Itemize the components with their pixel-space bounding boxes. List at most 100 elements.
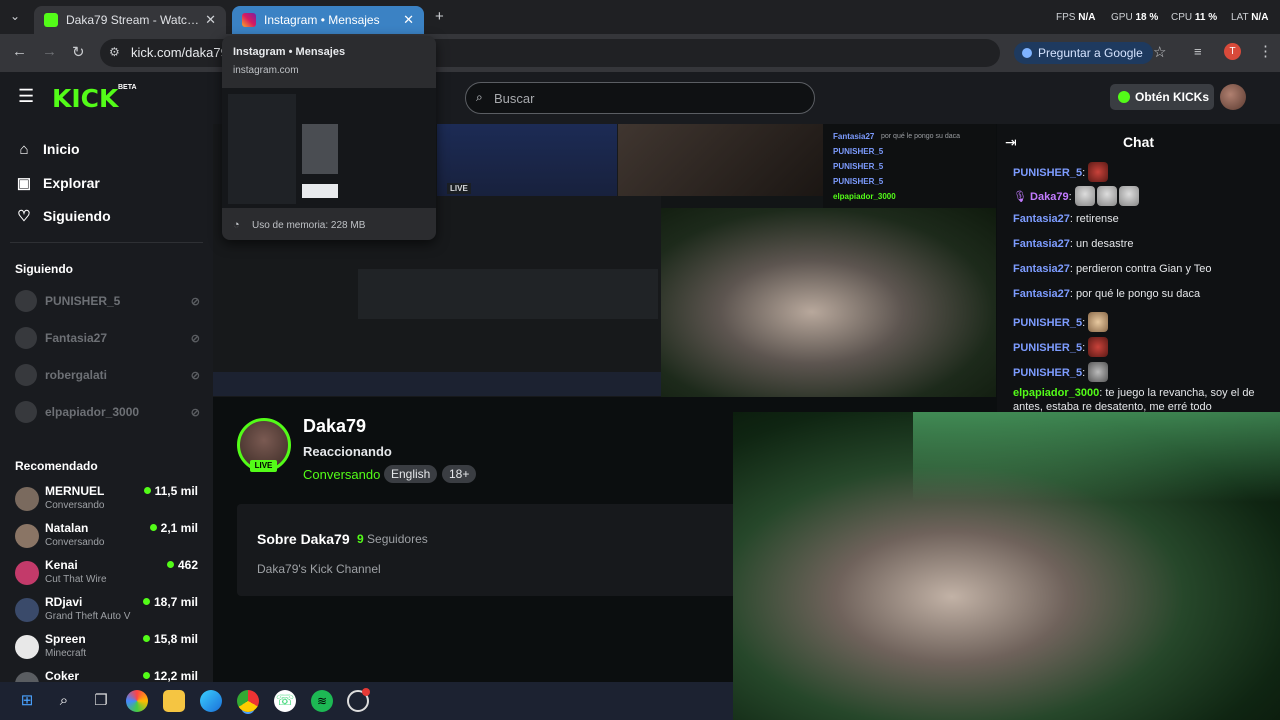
windows-taskbar: ⊞ ⌕ ❐ ☏ ≋ bbox=[0, 682, 733, 720]
nav-explorar[interactable]: ▣ Explorar bbox=[15, 172, 100, 194]
memory-icon: ◔ bbox=[233, 219, 240, 231]
cat-emote-icon bbox=[1074, 186, 1095, 206]
recommended-item[interactable]: Kenai Cut That Wire 462 bbox=[15, 556, 200, 590]
mini-chat-user: PUNISHER_5 bbox=[833, 162, 884, 171]
chat-username[interactable]: Fantasia27 bbox=[1013, 263, 1070, 275]
channel-name: Coker bbox=[45, 669, 80, 683]
close-tab-icon[interactable]: ✕ bbox=[205, 12, 216, 28]
chat-username[interactable]: Fantasia27 bbox=[1013, 288, 1070, 300]
chat-username[interactable]: Fantasia27 bbox=[1013, 238, 1070, 250]
following-item[interactable]: elpapiador_3000 ⊘ bbox=[15, 400, 200, 424]
recommended-item[interactable]: MERNUEL Conversando 11,5 mil bbox=[15, 482, 200, 516]
avatar bbox=[15, 290, 37, 312]
chat-message: Fantasia27: un desastre bbox=[1013, 238, 1134, 250]
task-view-icon[interactable]: ❐ bbox=[90, 690, 112, 712]
forward-icon[interactable]: → bbox=[42, 43, 57, 60]
live-badge: LIVE bbox=[250, 460, 277, 472]
emote-icon bbox=[1088, 362, 1109, 382]
mini-chat-user: elpapiador_3000 bbox=[833, 192, 896, 201]
chat-header: ⇥ Chat bbox=[997, 124, 1280, 160]
search-icon[interactable]: ⌕ bbox=[53, 690, 75, 712]
mini-live-badge: LIVE bbox=[447, 183, 471, 194]
channel-name: Natalan bbox=[45, 521, 89, 535]
following-item[interactable]: PUNISHER_5 ⊘ bbox=[15, 289, 200, 313]
hamburger-menu-icon[interactable]: ☰ bbox=[18, 86, 34, 107]
menu-icon[interactable]: ⋮ bbox=[1258, 42, 1273, 60]
recommended-item[interactable]: RDjavi Grand Theft Auto V 18,7 mil bbox=[15, 593, 200, 627]
ask-google-button[interactable]: Preguntar a Google bbox=[1014, 42, 1153, 64]
search-input[interactable]: Buscar bbox=[494, 91, 534, 106]
stream-camera-thumbnail bbox=[618, 124, 823, 196]
site-info-icon[interactable]: ⚙ bbox=[109, 45, 120, 59]
search-bar[interactable]: ⌕ Buscar bbox=[465, 82, 815, 114]
following-item[interactable]: robergalati ⊘ bbox=[15, 363, 200, 387]
chat-text: retirense bbox=[1076, 213, 1119, 225]
recording-indicator-icon bbox=[362, 688, 370, 696]
media-controls-icon[interactable]: ≡ bbox=[1194, 44, 1202, 59]
chrome-icon[interactable] bbox=[237, 690, 259, 712]
following-item[interactable]: Fantasia27 ⊘ bbox=[15, 326, 200, 350]
profile-avatar[interactable]: T bbox=[1224, 43, 1241, 60]
offline-icon: ⊘ bbox=[190, 369, 200, 382]
kick-favicon-icon bbox=[44, 13, 58, 27]
offline-icon: ⊘ bbox=[190, 332, 200, 345]
chat-message: Fantasia27: perdieron contra Gian y Teo bbox=[1013, 263, 1212, 275]
beta-badge: BETA bbox=[118, 84, 137, 91]
bookmark-star-icon[interactable]: ☆ bbox=[1153, 43, 1166, 61]
chat-text: perdieron contra Gian y Teo bbox=[1076, 263, 1212, 275]
windows-start-icon[interactable]: ⊞ bbox=[16, 690, 38, 712]
nav-siguiendo[interactable]: ♡ Siguiendo bbox=[15, 205, 110, 227]
chat-username[interactable]: PUNISHER_5 bbox=[1013, 367, 1082, 379]
tab-search-icon[interactable]: ⌄ bbox=[10, 9, 20, 23]
tab-kick[interactable]: Daka79 Stream - Watch Live on Kick ✕ bbox=[34, 6, 226, 34]
file-explorer-icon[interactable] bbox=[163, 690, 185, 712]
recommended-item[interactable]: Natalan Conversando 2,1 mil bbox=[15, 519, 200, 553]
viewer-count: 18,7 mil bbox=[143, 595, 198, 609]
chat-message: PUNISHER_5: bbox=[1013, 362, 1269, 382]
mini-chat-user: Fantasia27 bbox=[833, 132, 875, 141]
url-text[interactable]: kick.com/daka79 bbox=[131, 45, 228, 60]
paint-icon[interactable] bbox=[126, 690, 148, 712]
channel-description: Daka79's Kick Channel bbox=[257, 562, 381, 576]
close-tab-icon[interactable]: ✕ bbox=[403, 12, 414, 28]
back-icon[interactable]: ← bbox=[12, 43, 27, 60]
chat-username[interactable]: PUNISHER_5 bbox=[1013, 342, 1082, 354]
whatsapp-icon[interactable]: ☏ bbox=[274, 690, 296, 712]
tag-18plus[interactable]: 18+ bbox=[442, 465, 477, 483]
tab-instagram[interactable]: Instagram • Mensajes ✕ bbox=[232, 6, 424, 34]
spotify-icon[interactable]: ≋ bbox=[311, 690, 333, 712]
perf-fps: FPS N/A bbox=[1056, 12, 1096, 23]
recommended-item[interactable]: Spreen Minecraft 15,8 mil bbox=[15, 630, 200, 664]
chat-username[interactable]: elpapiador_3000 bbox=[1013, 387, 1099, 399]
chat-message: Fantasia27: retirense bbox=[1013, 213, 1119, 225]
tag-english[interactable]: English bbox=[384, 465, 438, 483]
nav-label: Explorar bbox=[43, 175, 100, 191]
chat-message: Fantasia27: por qué le pongo su daca bbox=[1013, 288, 1201, 300]
stream-camera-feed bbox=[661, 208, 996, 397]
user-avatar[interactable] bbox=[1220, 84, 1246, 110]
chat-username[interactable]: PUNISHER_5 bbox=[1013, 317, 1082, 329]
viewer-count: 462 bbox=[167, 558, 198, 572]
search-icon: ⌕ bbox=[476, 90, 483, 104]
reload-icon[interactable]: ↻ bbox=[72, 43, 85, 61]
about-panel: Sobre Daka79 9 Seguidores Daka79's Kick … bbox=[237, 504, 737, 596]
chat-username[interactable]: PUNISHER_5 bbox=[1013, 167, 1082, 179]
heart-icon: ♡ bbox=[17, 208, 31, 225]
perf-gpu: GPU 18 % bbox=[1111, 12, 1159, 23]
channel-name[interactable]: Daka79 bbox=[303, 416, 366, 437]
get-kicks-button[interactable]: Obtén KICKs bbox=[1110, 84, 1214, 110]
stream-category[interactable]: Conversando bbox=[303, 467, 380, 482]
chat-message: 🎙 Daka79: bbox=[1013, 186, 1269, 206]
viewer-count: 12,2 mil bbox=[143, 669, 198, 683]
channel-name: Kenai bbox=[45, 558, 78, 572]
edge-icon[interactable] bbox=[200, 690, 222, 712]
kick-logo[interactable]: KICK bbox=[52, 84, 118, 113]
chat-title: Chat bbox=[1122, 134, 1155, 150]
chat-panel: ⇥ Chat PUNISHER_5: 🎙 Daka79: Fantasia27:… bbox=[997, 124, 1280, 412]
chat-username[interactable]: Daka79 bbox=[1030, 191, 1069, 203]
hover-card-title: Instagram • Mensajes bbox=[233, 46, 346, 58]
chat-username[interactable]: Fantasia27 bbox=[1013, 213, 1070, 225]
nav-inicio[interactable]: ⌂ Inicio bbox=[15, 138, 79, 160]
new-tab-icon[interactable]: + bbox=[435, 8, 444, 25]
chat-message: elpapiador_3000: te juego la revancha, s… bbox=[1013, 387, 1255, 412]
